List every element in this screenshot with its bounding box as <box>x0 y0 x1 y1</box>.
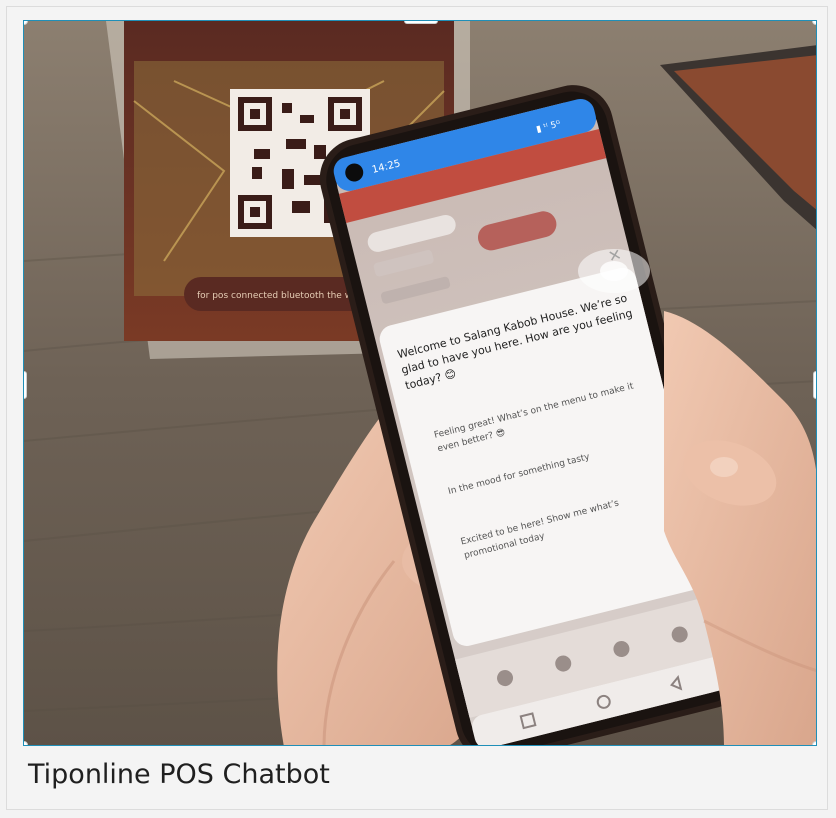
image-card: for pos connected bluetooth the wireless <box>6 6 828 810</box>
photo: for pos connected bluetooth the wireless <box>24 21 816 745</box>
resize-handle-top[interactable] <box>404 21 438 24</box>
resize-handle-left[interactable] <box>24 371 27 399</box>
photo-frame[interactable]: for pos connected bluetooth the wireless <box>23 20 817 746</box>
image-caption: Tiponline POS Chatbot <box>28 759 330 790</box>
